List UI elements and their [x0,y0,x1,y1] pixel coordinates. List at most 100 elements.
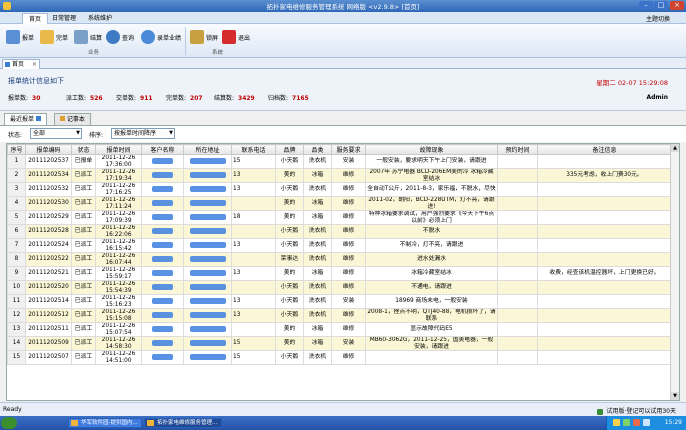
brand-cell: 小天鹅 [275,308,304,323]
settle-button[interactable]: 结算 [74,27,102,47]
redacted-cell [141,210,184,225]
service-cell: 维修 [331,168,366,183]
minimize-icon[interactable]: – [639,1,653,10]
col-header[interactable]: 故障现象 [365,144,498,155]
col-header[interactable]: 所在地址 [183,144,232,155]
col-header[interactable]: 报单编码 [25,144,72,155]
group-label-business: 业务 [88,50,100,56]
table-row[interactable]: 1 20111202537 已报单 2011-12-26 17:36:00 15 小天鹅洗… [7,154,672,169]
theme-switch[interactable]: 主题切换 [646,14,670,23]
col-header[interactable]: 品类 [303,144,332,155]
col-header[interactable]: 序号 [7,144,26,155]
scroll-up-icon[interactable]: ▲ [671,144,679,152]
tab-recent-reports[interactable]: 最近报单 [4,113,47,125]
fault-cell: 2008-1，挫点不明，QTJ40-88，电机损坏了，请联系 [365,308,498,323]
tab-daily[interactable]: 日常管理 [46,13,82,24]
record-performance-button[interactable]: 录单业绩 [141,27,181,47]
start-button[interactable] [1,417,17,429]
note-cell [537,196,672,211]
redacted-cell [141,336,184,351]
close-tab-icon[interactable]: × [32,60,37,69]
status-cell: 已派工 [71,294,96,309]
doc-tab-home[interactable]: 首页 × [2,59,40,69]
tray-icon[interactable] [633,419,640,426]
phone-cell: 13 [231,308,276,323]
datetime: 星期二 02-07 15:29:08 [596,79,668,87]
col-header[interactable]: 品牌 [275,144,304,155]
table-row[interactable]: 8 20111202522 已派工 2011-12-26 16:07:44 荣事达 洗衣机… [7,252,672,267]
scroll-down-icon[interactable]: ▼ [671,392,679,400]
col-header[interactable]: 服务要求 [331,144,366,155]
status-filter-select[interactable]: 全部 ▼ [30,128,82,139]
table-row[interactable]: 6 20111202528 已派工 2011-12-26 16:22:06 小天鹅 洗衣机… [7,224,672,239]
col-header[interactable]: 联系电话 [231,144,276,155]
appt-cell [497,196,538,211]
vertical-scrollbar[interactable]: ▲ ▼ [670,144,679,400]
table-row[interactable]: 14 20111202509 已派工 2011-12-26 14:58:30 15 美的冰… [7,336,672,351]
brand-cell: 美的 [275,210,304,225]
col-header[interactable]: 客户名称 [141,144,184,155]
redaction-mark [189,256,226,262]
lock-button[interactable]: 锁屏 [190,27,218,47]
redacted-cell [183,252,232,267]
table-row[interactable]: 4 20111202530 已派工 2011-12-26 17:11:24 美的 冰箱 维修… [7,196,672,211]
taskbar-item-active[interactable]: 拓扑家电维修服务管理... [144,418,222,428]
redacted-cell [183,182,232,197]
taskbar-item[interactable]: 华军软件园-提供国内... [68,418,142,428]
exit-button[interactable]: 退出 [222,27,250,47]
redaction-mark [151,354,174,360]
phone-cell [231,224,276,239]
appt-cell [497,238,538,253]
table-row[interactable]: 11 20111202514 已派工 2011-12-26 15:16:23 13 小天鹅… [7,294,672,309]
taskbar: 华军软件园-提供国内... 拓扑家电维修服务管理... 15:29 [0,416,686,430]
service-cell: 维修 [331,252,366,267]
browser-icon [71,420,78,426]
table-row[interactable]: 15 20111202507 已派工 2011-12-26 14:51:00 15 小天鹅… [7,350,672,365]
app-icon [147,420,154,426]
time-cell: 2011-12-26 16:15:42 [95,238,142,253]
report-button[interactable]: 报单 [6,27,34,47]
redaction-mark [189,228,226,234]
brand-cell: 荣事达 [275,252,304,267]
maximize-icon[interactable]: □ [654,1,668,10]
table-row[interactable]: 5 20111202529 已派工 2011-12-26 17:09:39 18 美的 冰箱… [7,210,672,225]
redaction-mark [189,326,226,332]
brand-cell: 小天鹅 [275,280,304,295]
close-icon[interactable]: × [670,1,684,10]
table-row[interactable]: 10 20111202520 已派工 2011-12-26 15:54:39 小天鹅 洗衣… [7,280,672,295]
table-row[interactable]: 12 20111202512 已派工 2011-12-26 15:15:08 13 小天鹅… [7,308,672,323]
table-row[interactable]: 13 20111202511 已派工 2011-12-26 15:07:54 美的 冰箱维… [7,322,672,337]
category-cell: 洗衣机 [303,294,332,309]
note-cell: 335元考虑，收上门费30元。 [537,168,672,183]
redacted-cell [141,154,184,169]
sort-select[interactable]: 按报单时间降序 ▼ [111,128,175,139]
volume-icon[interactable] [643,419,650,426]
redaction-mark [151,200,174,206]
status-bar: Ready 试用版·登记可以试用30天 [0,402,686,416]
time-cell: 2011-12-26 17:11:24 [95,196,142,211]
table-row[interactable]: 9 20111202521 已派工 2011-12-26 15:59:17 13 美的 冰箱… [7,266,672,281]
system-tray: 15:29 [606,416,686,430]
col-header[interactable]: 备注信息 [537,144,672,155]
table-row[interactable]: 2 20111202534 已派工 2011-12-26 17:19:34 13 美的 冰箱… [7,168,672,183]
report-table: 序号 报单编码 状态 报单时间 客户名称 所在地址 联系电话 品牌 品类 服务要… [6,143,680,401]
col-header[interactable]: 预约时间 [497,144,538,155]
search-button[interactable]: 查询 [106,27,134,47]
tray-icon[interactable] [613,419,620,426]
brand-cell: 小天鹅 [275,350,304,365]
group-label-system: 系统 [212,50,224,56]
tab-system[interactable]: 系统维护 [82,13,118,24]
table-row[interactable]: 3 20111202532 已派工 2011-12-26 17:16:25 13 小天鹅洗… [7,182,672,197]
code-cell: 20111202534 [25,168,72,183]
phone-cell: 15 [231,154,276,169]
service-cell: 维修 [331,350,366,365]
complete-button[interactable]: 完单 [40,27,68,47]
col-header[interactable]: 状态 [71,144,96,155]
no-cell: 2 [7,168,26,183]
tab-home[interactable]: 首页 [22,13,49,24]
redacted-cell [141,308,184,323]
table-row[interactable]: 7 20111202524 已派工 2011-12-26 16:15:42 13 小天鹅洗… [7,238,672,253]
col-header[interactable]: 报单时间 [95,144,142,155]
tab-notebook[interactable]: 记事本 [54,113,91,125]
tray-icon[interactable] [623,419,630,426]
